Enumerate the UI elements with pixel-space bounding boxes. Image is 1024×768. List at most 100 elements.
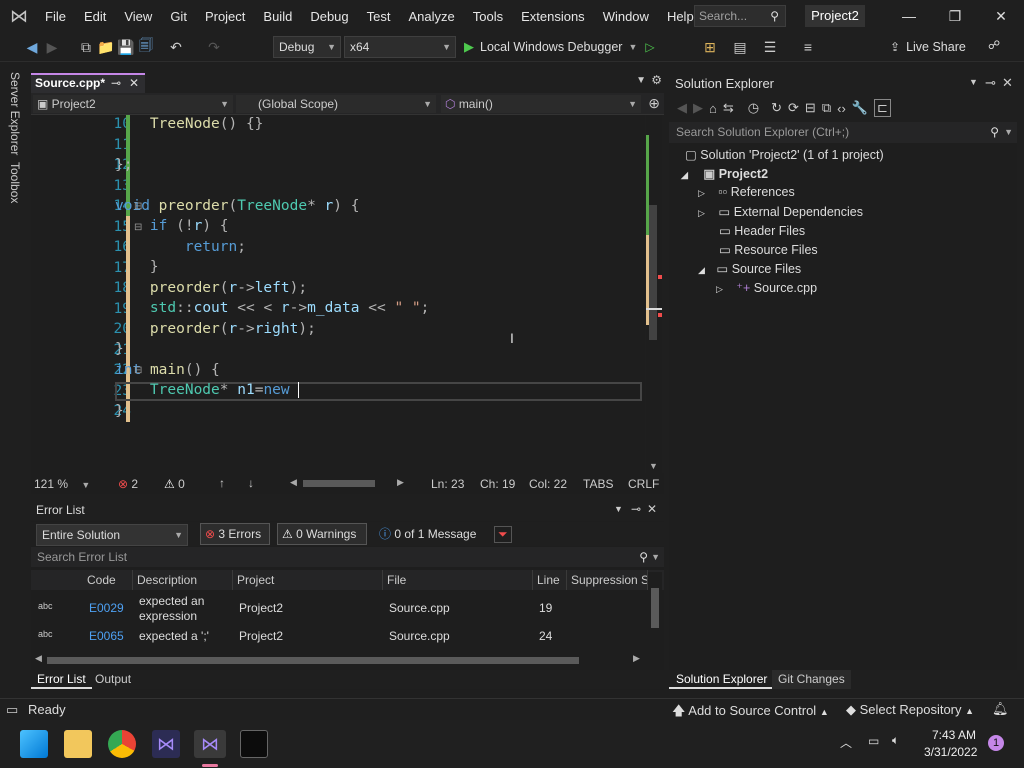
terminal-icon[interactable] [240, 730, 268, 758]
collapsed-chevron-icon[interactable]: ▷ [698, 208, 705, 218]
back-icon[interactable]: ◀ [677, 100, 687, 116]
errors-filter-button[interactable]: ⊗ 3 Errors [200, 523, 270, 545]
filter-icon[interactable]: ⏷ [494, 526, 512, 543]
error-count[interactable]: ⊗ 2 [118, 477, 138, 491]
comment-icon[interactable]: ≡ [798, 39, 818, 55]
save-all-icon[interactable]: 🗐 [136, 35, 156, 59]
tree-references[interactable]: ▷ ▫▫ References [698, 185, 795, 199]
menu-debug[interactable]: Debug [301, 9, 357, 24]
expanded-chevron-icon[interactable]: ◢ [698, 265, 705, 275]
menu-view[interactable]: View [115, 9, 161, 24]
minimize-button[interactable]: — [886, 0, 932, 32]
pin-icon[interactable]: ⊸ [111, 75, 121, 92]
tree-header-files[interactable]: ▭ Header Files [719, 223, 805, 238]
scroll-left-icon[interactable]: ◀ [290, 477, 297, 488]
tree-external-dependencies[interactable]: ▷ ▭ External Dependencies [698, 204, 863, 219]
settings-gear-icon[interactable]: ⚙ [651, 73, 662, 87]
refresh-icon[interactable]: ⟳ [788, 100, 799, 116]
volume-icon[interactable]: 🔈︎ [892, 733, 899, 748]
error-list-horizontal-scrollbar[interactable]: ◀ ▶ [31, 653, 648, 667]
scroll-right-icon[interactable]: ▶ [633, 653, 640, 664]
nav-scope-dropdown[interactable]: (Global Scope) ▼ [236, 95, 436, 113]
collapsed-chevron-icon[interactable]: ▷ [716, 284, 723, 294]
editor-vertical-scrollbar[interactable]: ▼ [646, 115, 662, 473]
chevron-down-icon[interactable]: ▼ [969, 77, 978, 87]
collapse-icon[interactable]: ⊟ [134, 365, 142, 376]
back-icon[interactable]: ◀ [22, 39, 42, 56]
file-explorer-icon[interactable] [64, 730, 92, 758]
tree-solution[interactable]: ▢ Solution 'Project2' (1 of 1 project) [685, 147, 884, 162]
scroll-thumb[interactable] [47, 657, 579, 664]
tab-output[interactable]: Output [89, 670, 137, 689]
chevron-up-icon[interactable]: ︿ [840, 734, 852, 751]
forward-icon[interactable]: ▶ [693, 100, 703, 116]
error-search-input[interactable]: Search Error List ⚲ ▼ [31, 547, 664, 567]
toolbox-tab[interactable]: Toolbox [8, 162, 22, 203]
tree-project[interactable]: ◢ ▣ Project2 [681, 166, 768, 181]
column-project[interactable]: Project [233, 570, 383, 590]
tabs-indicator[interactable]: TABS [583, 477, 613, 491]
visual-studio-icon[interactable]: ⋈ [194, 730, 226, 758]
tree-resource-files[interactable]: ▭ Resource Files [719, 242, 818, 257]
folder-icon[interactable]: ⊞ [700, 39, 720, 56]
menu-git[interactable]: Git [161, 9, 196, 24]
nav-member-dropdown[interactable]: ⬡ main() ▼ [441, 95, 641, 113]
layout-icon[interactable]: ▤ [730, 39, 750, 56]
menu-extensions[interactable]: Extensions [512, 9, 594, 24]
select-repository-button[interactable]: ◆ Select Repository ▲ [846, 702, 974, 718]
column-file[interactable]: File [383, 570, 533, 590]
align-icon[interactable]: ☰ [760, 39, 780, 56]
clock-time[interactable]: 7:43 AM [932, 728, 976, 742]
clock-date[interactable]: 3/31/2022 [924, 745, 977, 759]
close-icon[interactable]: ✕ [647, 502, 657, 516]
error-code[interactable]: E0065 [89, 629, 124, 643]
maximize-button[interactable]: ❐ [932, 0, 978, 32]
next-issue-icon[interactable]: ↓ [248, 476, 254, 490]
search-input[interactable]: Search... ⚲ [694, 5, 786, 27]
error-list-vertical-scrollbar[interactable] [648, 572, 662, 652]
redo-icon[interactable]: ↷ [204, 39, 224, 56]
menu-file[interactable]: File [36, 9, 75, 24]
undo-icon[interactable]: ↶ [166, 39, 186, 56]
close-tab-icon[interactable]: ✕ [129, 75, 139, 92]
tree-source-files[interactable]: ◢ ▭ Source Files [698, 261, 801, 276]
collapse-icon[interactable]: ⊟ [134, 222, 142, 233]
pending-changes-icon[interactable]: ◷ [748, 100, 759, 116]
pin-icon[interactable]: ⊸ [985, 75, 996, 91]
view-code-icon[interactable]: ‹› [837, 101, 846, 116]
column-code[interactable]: Code [83, 570, 133, 590]
switch-views-icon[interactable]: ⇆ [723, 100, 734, 116]
start-windows-icon[interactable] [20, 730, 48, 758]
new-project-icon[interactable]: ⧉ [76, 39, 96, 56]
line-ending-indicator[interactable]: CRLF [628, 477, 659, 491]
tab-solution-explorer[interactable]: Solution Explorer [669, 670, 775, 689]
column-suppression[interactable]: Suppression S [567, 570, 648, 590]
run-debugger-button[interactable]: ▶ Local Windows Debugger ▼ ▷ [464, 36, 655, 58]
forward-icon[interactable]: ▶ [42, 39, 62, 56]
close-icon[interactable]: ✕ [1002, 75, 1013, 91]
server-explorer-tab[interactable]: Server Explorer [8, 72, 22, 155]
notification-badge[interactable]: 1 [988, 735, 1004, 751]
save-icon[interactable]: 💾 [116, 39, 136, 56]
scroll-left-icon[interactable]: ◀ [35, 653, 42, 664]
menu-test[interactable]: Test [358, 9, 400, 24]
messages-filter-button[interactable]: ⓘ 0 of 1 Message [374, 523, 484, 545]
menu-project[interactable]: Project [196, 9, 254, 24]
menu-analyze[interactable]: Analyze [399, 9, 463, 24]
zoom-dropdown[interactable]: 121 % ▼ [34, 477, 90, 491]
tab-git-changes[interactable]: Git Changes [772, 670, 851, 689]
scope-dropdown[interactable]: Entire Solution ▼ [36, 524, 188, 546]
feedback-icon[interactable]: ☍ [988, 38, 1000, 52]
expanded-chevron-icon[interactable]: ◢ [681, 170, 688, 180]
nav-project-dropdown[interactable]: ▣ Project2 ▼ [33, 95, 233, 113]
prev-issue-icon[interactable]: ↑ [219, 476, 225, 490]
close-button[interactable]: ✕ [978, 0, 1024, 32]
chrome-icon[interactable] [108, 730, 136, 758]
menu-edit[interactable]: Edit [75, 9, 115, 24]
scroll-thumb[interactable] [651, 588, 659, 628]
table-row[interactable]: abc E0065 expected a ';' Project2 Source… [31, 627, 664, 645]
scroll-down-icon[interactable]: ▼ [649, 461, 658, 471]
table-row[interactable]: abc E0029 expected an expression Project… [31, 592, 664, 626]
warning-count[interactable]: ⚠ 0 [164, 477, 185, 491]
preview-icon[interactable]: ⊏ [873, 99, 891, 117]
